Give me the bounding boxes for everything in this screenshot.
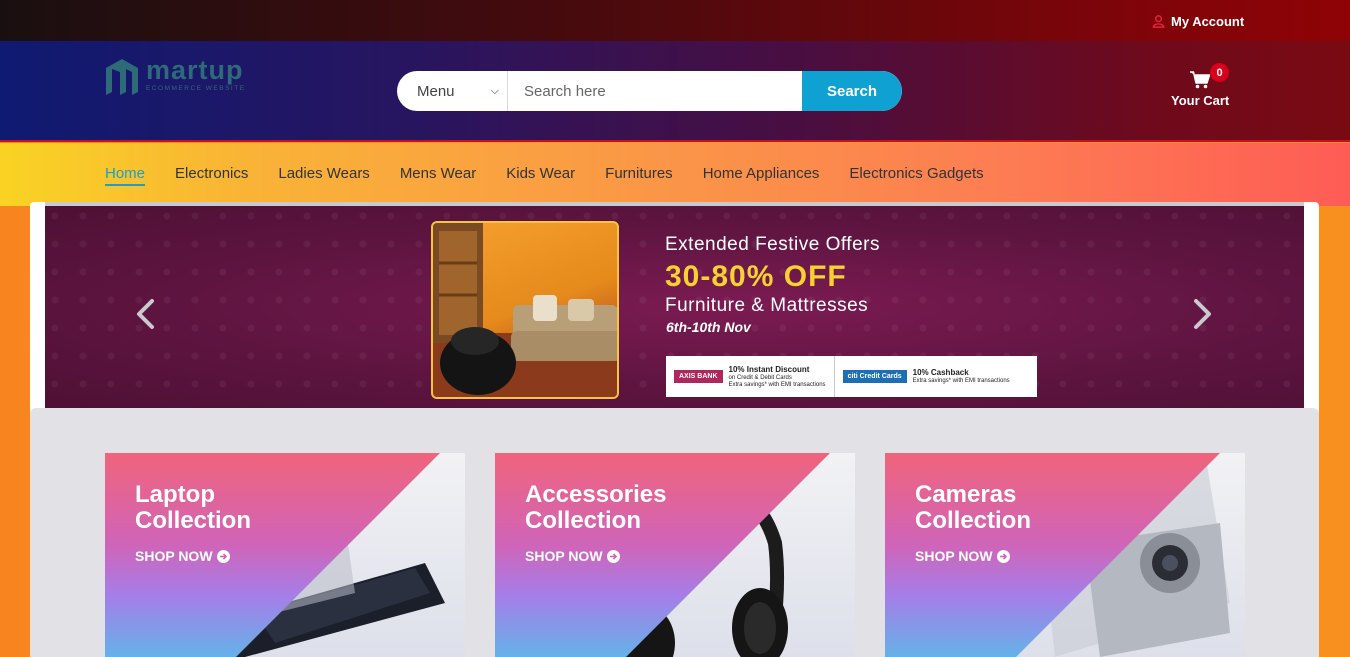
collection-card-laptop[interactable]: Laptop Collection SHOP NOW <box>105 453 465 657</box>
offer-date: 6th-10th Nov <box>666 319 751 335</box>
axis-bank-logo: AXIS BANK <box>674 370 723 383</box>
user-icon <box>1152 14 1165 28</box>
logo-mark-icon <box>106 59 138 95</box>
nav-item-home[interactable]: Home <box>105 165 146 186</box>
main-nav: Home Electronics Ladies Wears Mens Wear … <box>0 143 1350 206</box>
shop-now-link[interactable]: SHOP NOW <box>525 548 620 564</box>
search-button[interactable]: Search <box>802 71 902 111</box>
collection-card-accessories[interactable]: Accessories Collection SHOP NOW <box>495 453 855 657</box>
arrow-circle-right-icon <box>996 549 1010 563</box>
offer-discount: 30-80% OFF <box>665 260 847 293</box>
chevron-left-icon[interactable] <box>134 298 156 330</box>
card-title-line1: Cameras <box>915 481 1017 508</box>
citi-offer-text: 10% Cashback <box>912 368 969 377</box>
cart-icon <box>1190 71 1210 89</box>
nav-item-mens-wear[interactable]: Mens Wear <box>400 165 476 186</box>
nav-item-kids-wear[interactable]: Kids Wear <box>506 165 575 186</box>
cart-label: Your Cart <box>1171 93 1230 108</box>
logo-name: martup <box>146 55 244 85</box>
nav-item-furnitures[interactable]: Furnitures <box>605 165 673 186</box>
shop-now-label: SHOP NOW <box>135 548 213 564</box>
card-title: Accessories Collection <box>525 482 765 534</box>
search-bar: Menu ⌵ Search <box>397 71 902 111</box>
bank-offers-box: AXIS BANK 10% Instant Discount on Credit… <box>666 356 1037 397</box>
my-account-label: My Account <box>1171 13 1245 29</box>
shop-now-label: SHOP NOW <box>915 548 993 564</box>
card-title: Cameras Collection <box>915 482 1155 534</box>
shop-now-label: SHOP NOW <box>525 548 603 564</box>
citi-bank-offer: citi Credit Cards 10% Cashback Extra sav… <box>833 356 1018 397</box>
axis-note-1: on Credit & Debit Cards <box>728 374 792 381</box>
hero-banner[interactable]: Extended Festive Offers 30-80% OFF Furni… <box>45 206 1304 408</box>
card-title-line2: Collection <box>915 507 1032 534</box>
card-title: Laptop Collection <box>135 482 375 534</box>
site-logo[interactable]: martup ECOMMERCE WEBSITE <box>104 56 246 96</box>
cart-count-badge: 0 <box>1210 63 1229 82</box>
shop-now-link[interactable]: SHOP NOW <box>135 548 230 564</box>
axis-bank-offer: AXIS BANK 10% Instant Discount on Credit… <box>666 356 834 397</box>
card-title-line1: Accessories <box>525 481 667 508</box>
header: martup ECOMMERCE WEBSITE Menu ⌵ Search 0… <box>0 41 1350 142</box>
sofa-illustration <box>433 223 617 397</box>
logo-tagline: ECOMMERCE WEBSITE <box>146 85 246 92</box>
search-input[interactable] <box>508 71 802 111</box>
offer-category: Furniture & Mattresses <box>665 295 869 316</box>
citi-bank-logo: citi Credit Cards <box>842 370 907 383</box>
arrow-circle-right-icon <box>216 549 230 563</box>
card-title-line1: Laptop <box>135 481 215 508</box>
category-select-value: Menu <box>417 82 455 100</box>
chevron-down-icon: ⌵ <box>490 84 499 97</box>
top-bar: My Account <box>0 0 1350 41</box>
card-title-line2: Collection <box>525 507 642 534</box>
furniture-product-image <box>431 221 619 399</box>
nav-item-electronics[interactable]: Electronics <box>175 165 248 186</box>
axis-offer-text: 10% Instant Discount <box>728 364 810 374</box>
nav-item-electronics-gadgets[interactable]: Electronics Gadgets <box>849 165 983 186</box>
nav-item-home-appliances[interactable]: Home Appliances <box>703 165 820 186</box>
shop-now-link[interactable]: SHOP NOW <box>915 548 1010 564</box>
nav-item-ladies-wears[interactable]: Ladies Wears <box>278 165 369 186</box>
collection-card-cameras[interactable]: Cameras Collection SHOP NOW <box>885 453 1245 657</box>
chevron-right-icon[interactable] <box>1192 298 1214 330</box>
citi-note: Extra savings* with EMI transactions <box>912 378 1010 384</box>
cart-button[interactable]: 0 Your Cart <box>1168 61 1232 109</box>
arrow-circle-right-icon <box>606 549 620 563</box>
card-title-line2: Collection <box>135 507 252 534</box>
my-account-link[interactable]: My Account <box>1152 13 1244 29</box>
axis-note-2: Extra savings* with EMI transactions <box>728 381 826 388</box>
category-select[interactable]: Menu ⌵ <box>397 71 508 111</box>
offer-title: Extended Festive Offers <box>665 234 880 255</box>
